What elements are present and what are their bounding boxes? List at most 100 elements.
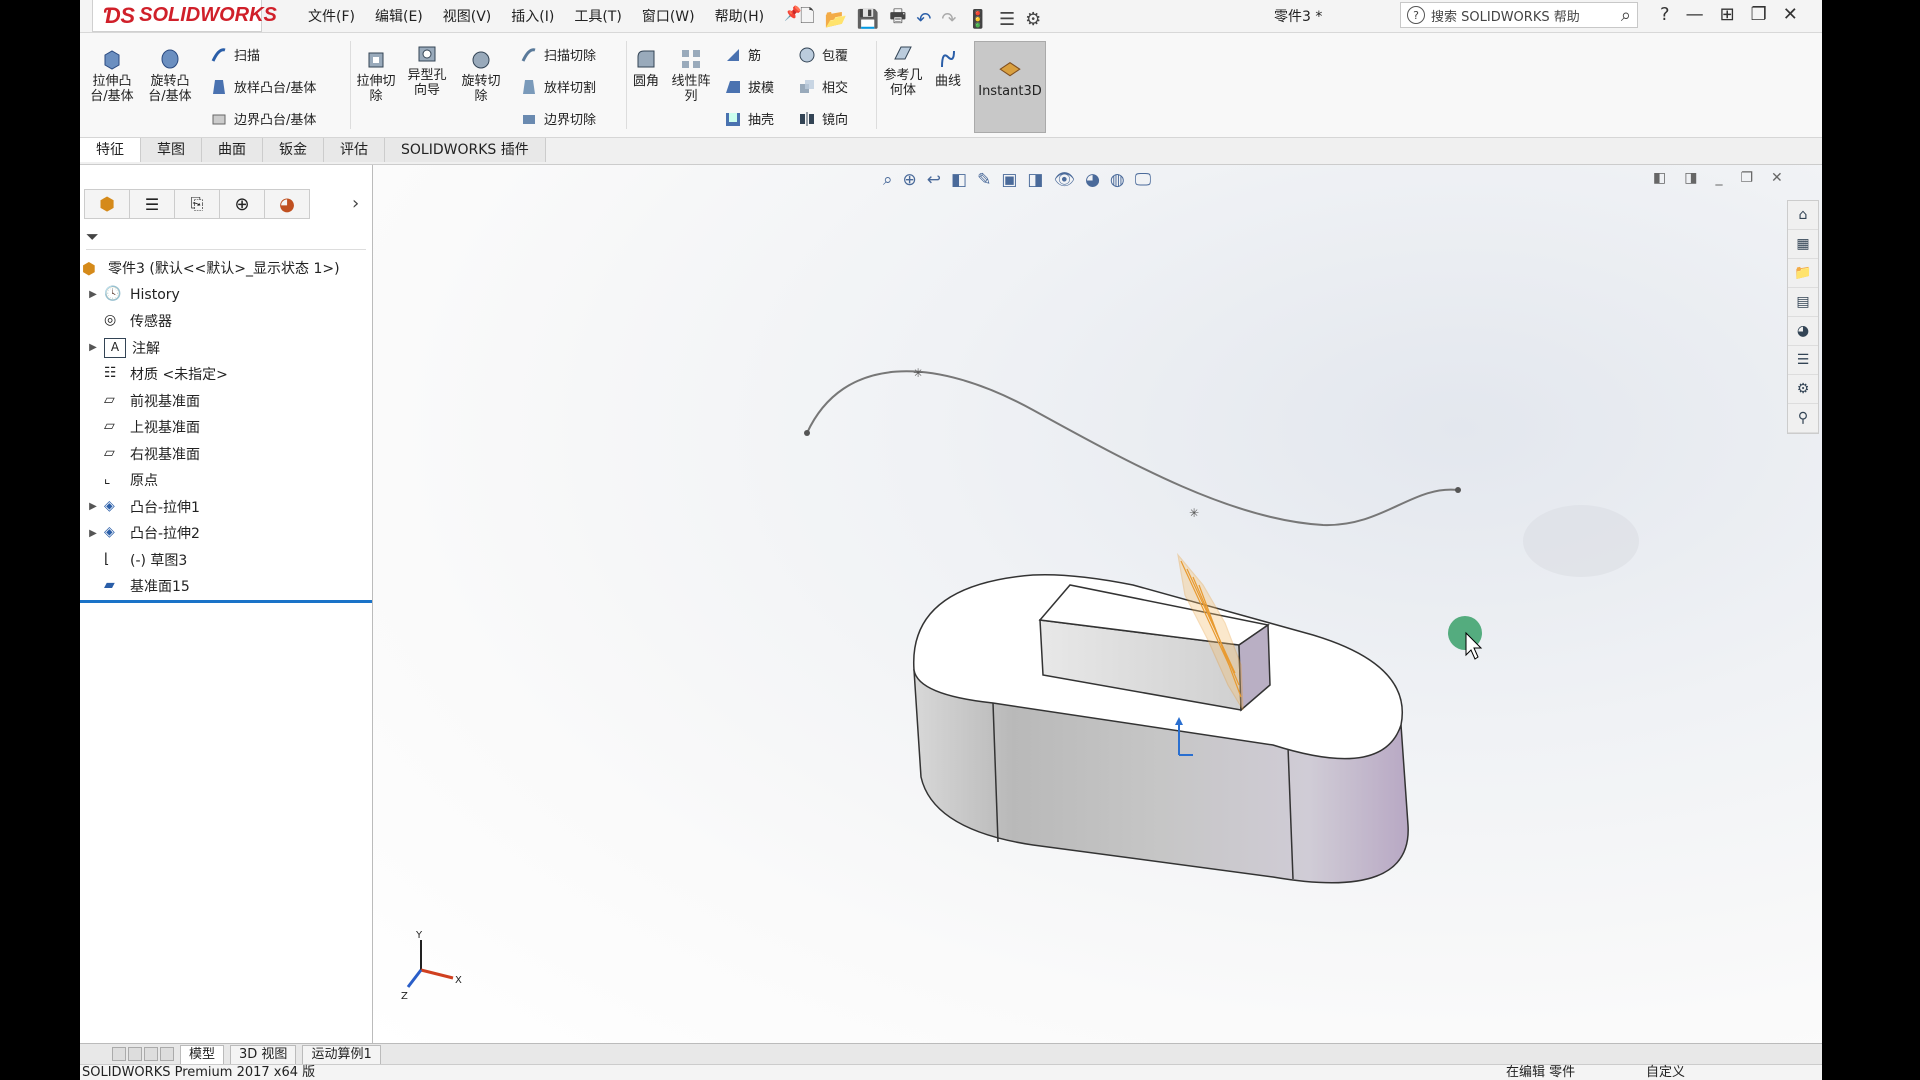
tab-features[interactable]: 特征 (80, 138, 141, 162)
tab-property-manager[interactable]: ☰ (129, 189, 174, 219)
spline-point[interactable]: ✳ (1189, 506, 1199, 520)
tab-model[interactable]: 模型 (180, 1044, 225, 1064)
loft-cut-button[interactable]: 放样切割 (520, 77, 596, 96)
model-viewport[interactable]: ✳ ✳ Y X Z (373, 165, 1822, 1043)
restore-icon[interactable]: ❐ (1751, 4, 1767, 25)
print-icon[interactable]: 🖶 (889, 4, 906, 34)
graphics-area[interactable]: ⌕ ⊕ ↩ ◧ ✎ ▣ ◨ 👁 ◕ ◍ 🖵 ◧ ◨ _ ❐ ✕ ✳ ✳ Y X … (373, 165, 1822, 1043)
expand-arrow-icon[interactable]: ▶ (86, 289, 100, 300)
hole-wizard-button[interactable]: 异型孔向导 (402, 41, 452, 98)
tree-item-sensors[interactable]: ◎ 传感器 (80, 308, 372, 335)
tab-evaluate[interactable]: 评估 (324, 138, 385, 162)
rib-button[interactable]: 筋 (724, 45, 761, 64)
wrap-button[interactable]: 包覆 (798, 45, 848, 64)
menu-file[interactable]: 文件(F) (298, 6, 365, 26)
minimize-icon[interactable]: — (1686, 4, 1704, 25)
expand-arrow-icon[interactable]: ▶ (86, 342, 100, 353)
extrude-cut-button[interactable]: 拉伸切除 (354, 47, 398, 104)
draft-button[interactable]: 拔模 (724, 77, 774, 96)
file-explorer-icon[interactable]: 📁 (1788, 259, 1818, 288)
close-icon[interactable]: ✕ (1783, 4, 1798, 25)
file-properties-icon[interactable]: ☰ (999, 9, 1015, 30)
tab-sheet-metal[interactable]: 钣金 (263, 138, 324, 162)
help-icon[interactable]: ? (1660, 4, 1670, 25)
first-tab-icon[interactable] (112, 1047, 126, 1061)
tab-dimxpert-manager[interactable]: ⊕ (219, 189, 264, 219)
solidworks-resources-icon[interactable]: ⌂ (1788, 201, 1818, 230)
boundary-cut-button[interactable]: 边界切除 (520, 109, 596, 128)
tab-configuration-manager[interactable]: ⎘ (174, 189, 219, 219)
tree-item-plane15[interactable]: ▰ 基准面15 (80, 573, 372, 603)
search-icon[interactable]: ⌕ (1621, 5, 1631, 26)
appearances-icon[interactable]: ◕ (1788, 317, 1818, 346)
expand-arrow-icon[interactable]: ▶ (86, 501, 100, 512)
undo-icon[interactable]: ↶ (916, 9, 931, 30)
mirror-button[interactable]: 镜向 (798, 109, 848, 128)
tab-addins[interactable]: SOLIDWORKS 插件 (385, 138, 546, 162)
expand-arrow-icon[interactable]: ▶ (86, 528, 100, 539)
spline-point[interactable]: ✳ (913, 366, 923, 380)
instant3d-button[interactable]: Instant3D (974, 41, 1046, 133)
spline-endpoint[interactable] (1455, 487, 1461, 493)
solidworks-logo[interactable]: ƊS SOLIDWORKS (92, 0, 277, 32)
boundary-boss-button[interactable]: 边界凸台/基体 (210, 109, 316, 128)
tab-motion-study[interactable]: 运动算例1 (302, 1044, 381, 1064)
tree-item-annotations[interactable]: ▶ A 注解 (80, 335, 372, 362)
panel-expand-arrow-icon[interactable]: › (352, 193, 359, 214)
tab-feature-manager[interactable]: ⬢ (84, 189, 129, 219)
tree-item-top-plane[interactable]: ▱ 上视基准面 (80, 414, 372, 441)
linear-pattern-button[interactable]: 线性阵列 (668, 47, 714, 104)
tab-3d-views[interactable]: 3D 视图 (230, 1044, 297, 1064)
rebuild-icon[interactable]: 🚦 (967, 9, 989, 30)
intersect-button[interactable]: 相交 (798, 77, 848, 96)
new-icon[interactable]: 🗋 (800, 4, 814, 34)
tile-icon[interactable]: ⊞ (1720, 4, 1735, 25)
view-palette-icon[interactable]: ▤ (1788, 288, 1818, 317)
menu-insert[interactable]: 插入(I) (501, 6, 564, 26)
spline-curve[interactable] (806, 370, 1459, 527)
tab-surfaces[interactable]: 曲面 (202, 138, 263, 162)
tree-item-history[interactable]: ▶ 🕓 History (80, 282, 372, 309)
prev-tab-icon[interactable] (128, 1047, 142, 1061)
swept-cut-button[interactable]: 扫描切除 (520, 45, 596, 64)
tree-filter[interactable]: ⏷ (86, 227, 366, 250)
tree-item-front-plane[interactable]: ▱ 前视基准面 (80, 388, 372, 415)
menu-window[interactable]: 窗口(W) (632, 6, 705, 26)
next-tab-icon[interactable] (144, 1047, 158, 1061)
menu-tools[interactable]: 工具(T) (564, 6, 631, 26)
help-search-box[interactable]: ? 搜索 SOLIDWORKS 帮助 ⌕ (1400, 2, 1638, 28)
status-units[interactable]: 自定义 (1646, 1065, 1685, 1080)
menu-view[interactable]: 视图(V) (433, 6, 502, 26)
redo-icon[interactable]: ↷ (941, 9, 956, 30)
options-icon[interactable]: ⚙ (1025, 9, 1041, 30)
tab-display-manager[interactable]: ◕ (264, 189, 310, 219)
tab-sketch[interactable]: 草图 (141, 138, 202, 162)
tree-item-sketch3[interactable]: ⌊ (-) 草图3 (80, 547, 372, 574)
menu-edit[interactable]: 编辑(E) (365, 6, 433, 26)
sweep-button[interactable]: 扫描 (210, 45, 260, 64)
design-library-icon[interactable]: ▦ (1788, 230, 1818, 259)
tree-item-boss-extrude2[interactable]: ▶ ◈ 凸台-拉伸2 (80, 520, 372, 547)
menu-help[interactable]: 帮助(H) (705, 6, 774, 26)
spline-endpoint[interactable] (804, 430, 810, 436)
loft-boss-button[interactable]: 放样凸台/基体 (210, 77, 316, 96)
reference-geometry-button[interactable]: 参考几何体 (880, 41, 926, 98)
3dexperience-icon[interactable]: ⚲ (1788, 404, 1818, 433)
shell-button[interactable]: 抽壳 (724, 109, 774, 128)
tree-root-part[interactable]: ⬢ 零件3 (默认<<默认>_显示状态 1>) (80, 255, 372, 282)
solidworks-forum-icon[interactable]: ⚙ (1788, 375, 1818, 404)
tree-item-boss-extrude1[interactable]: ▶ ◈ 凸台-拉伸1 (80, 494, 372, 521)
tree-item-right-plane[interactable]: ▱ 右视基准面 (80, 441, 372, 468)
last-tab-icon[interactable] (160, 1047, 174, 1061)
curves-button[interactable]: 曲线 (930, 47, 966, 89)
revolve-boss-button[interactable]: 旋转凸台/基体 (144, 47, 196, 104)
save-icon[interactable]: 💾 (857, 9, 879, 30)
tree-item-material[interactable]: ☷ 材质 <未指定> (80, 361, 372, 388)
fillet-button[interactable]: 圆角 (628, 47, 664, 89)
tree-item-origin[interactable]: ⌞ 原点 (80, 467, 372, 494)
revolve-cut-button[interactable]: 旋转切除 (458, 47, 504, 104)
background-shadow-blob (1523, 505, 1639, 577)
extrude-boss-button[interactable]: 拉伸凸台/基体 (86, 47, 138, 104)
custom-properties-icon[interactable]: ☰ (1788, 346, 1818, 375)
open-icon[interactable]: 📂 (824, 9, 846, 30)
